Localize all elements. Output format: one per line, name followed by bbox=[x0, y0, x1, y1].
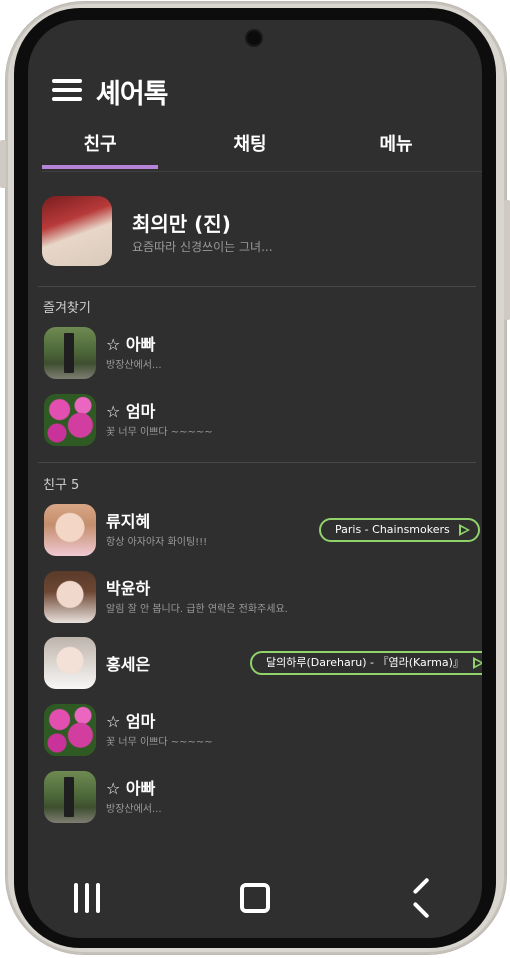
my-status: 요즘따라 신경쓰이는 그녀... bbox=[132, 240, 273, 254]
music-title: Paris - Chainsmokers bbox=[335, 523, 450, 536]
system-nav-bar bbox=[28, 870, 482, 930]
active-tab-indicator bbox=[42, 165, 158, 169]
friend-name: 류지혜 bbox=[106, 512, 151, 531]
app-header: 셰어톡 bbox=[28, 64, 482, 112]
friend-status: 방장산에서... bbox=[106, 804, 162, 815]
my-avatar[interactable] bbox=[42, 196, 112, 266]
friend-status: 꽃 너무 이쁘다 ~~~~~ bbox=[106, 427, 213, 438]
my-profile[interactable]: 최의만 (진) 요즘따라 신경쓰이는 그녀... bbox=[42, 196, 468, 274]
friend-status: 방장산에서... bbox=[106, 360, 162, 371]
back-icon[interactable] bbox=[408, 884, 436, 912]
list-item[interactable]: 홍세은 달의하루(Dareharu) - 『염라(Karma)』 bbox=[44, 637, 482, 689]
friend-name: ☆ 엄마 bbox=[106, 402, 156, 421]
music-title: 달의하루(Dareharu) - 『염라(Karma)』 bbox=[266, 656, 464, 669]
avatar[interactable] bbox=[44, 504, 96, 556]
my-name: 최의만 (진) bbox=[132, 212, 231, 236]
friend-status: 항상 아자아자 화이팅!!! bbox=[106, 537, 208, 548]
friend-name: ☆ 아빠 bbox=[106, 779, 156, 798]
avatar[interactable] bbox=[44, 327, 96, 379]
front-camera bbox=[245, 29, 263, 47]
friend-name: ☆ 아빠 bbox=[106, 335, 156, 354]
music-status[interactable]: 달의하루(Dareharu) - 『염라(Karma)』 bbox=[250, 651, 482, 675]
friend-status: 꽃 너무 이쁘다 ~~~~~ bbox=[106, 737, 213, 748]
recent-apps-icon[interactable] bbox=[74, 883, 100, 913]
favorites-label: 즐겨찾기 bbox=[43, 301, 91, 316]
tab-menu[interactable]: 메뉴 bbox=[338, 130, 454, 156]
app-title: 셰어톡 bbox=[96, 79, 169, 110]
friends-count-label: 친구 5 bbox=[43, 478, 80, 493]
tab-chats[interactable]: 채팅 bbox=[192, 130, 308, 156]
avatar[interactable] bbox=[44, 394, 96, 446]
avatar[interactable] bbox=[44, 571, 96, 623]
friend-name: 홍세은 bbox=[106, 655, 151, 674]
avatar[interactable] bbox=[44, 704, 96, 756]
tab-bar: 친구 채팅 메뉴 bbox=[42, 120, 482, 172]
divider bbox=[38, 286, 476, 287]
list-item[interactable]: ☆ 엄마 꽃 너무 이쁘다 ~~~~~ bbox=[44, 704, 464, 756]
power-button bbox=[504, 200, 510, 320]
friend-status: 알림 잘 안 봅니다. 급한 연락은 전화주세요. bbox=[106, 604, 288, 615]
divider bbox=[38, 462, 476, 463]
play-icon bbox=[472, 657, 482, 669]
volume-button bbox=[0, 140, 6, 188]
friend-name: 박윤하 bbox=[106, 579, 151, 598]
play-icon bbox=[458, 524, 470, 536]
tab-friends[interactable]: 친구 bbox=[42, 130, 158, 156]
avatar[interactable] bbox=[44, 637, 96, 689]
home-icon[interactable] bbox=[240, 883, 270, 913]
screen: 셰어톡 친구 채팅 메뉴 최의만 (진) 요즘따라 신경쓰이는 그녀... 즐겨… bbox=[28, 20, 482, 938]
avatar[interactable] bbox=[44, 771, 96, 823]
menu-icon[interactable] bbox=[52, 79, 82, 101]
friend-name: ☆ 엄마 bbox=[106, 712, 156, 731]
list-item[interactable]: 류지혜 항상 아자아자 화이팅!!! Paris - Chainsmokers bbox=[44, 504, 480, 556]
list-item[interactable]: ☆ 엄마 꽃 너무 이쁘다 ~~~~~ bbox=[44, 394, 464, 446]
list-item[interactable]: ☆ 아빠 방장산에서... bbox=[44, 327, 464, 379]
list-item[interactable]: 박윤하 알림 잘 안 봅니다. 급한 연락은 전화주세요. bbox=[44, 571, 464, 623]
music-status[interactable]: Paris - Chainsmokers bbox=[319, 518, 480, 542]
list-item[interactable]: ☆ 아빠 방장산에서... bbox=[44, 771, 464, 823]
